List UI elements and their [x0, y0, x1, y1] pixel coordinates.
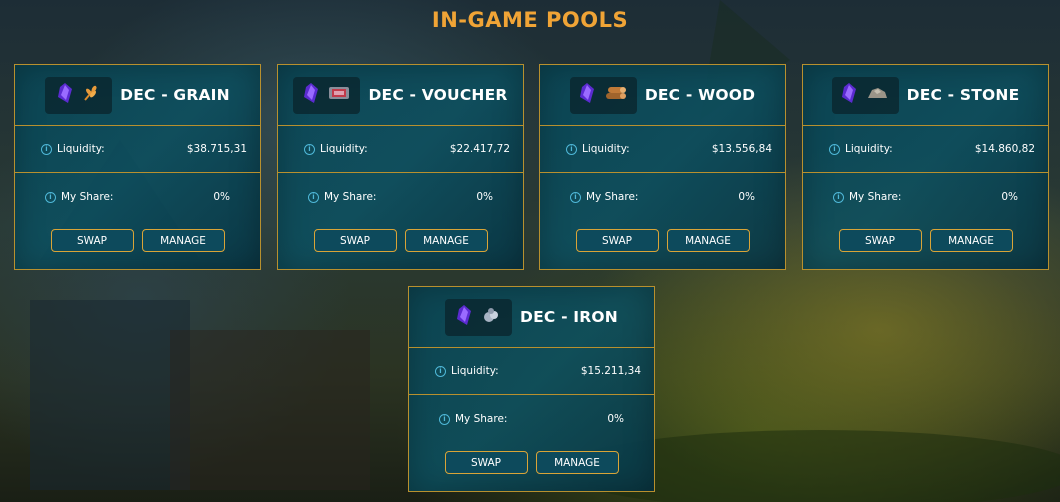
dec-crystal-icon [456, 305, 471, 329]
pool-card-stone: DEC - STONE i Liquidity: $14.860,82 i My S… [802, 64, 1049, 270]
info-icon[interactable]: i [566, 143, 577, 155]
pool-name: DEC - VOUCHER [368, 86, 508, 104]
pair-icons [45, 76, 113, 114]
pair-icons [569, 76, 637, 114]
liquidity-value: $13.556,84 [711, 143, 772, 155]
liquidity-label: Liquidity: [845, 143, 893, 155]
voucher-icon [328, 85, 350, 105]
pair-icons [445, 298, 513, 336]
info-icon[interactable]: i [435, 365, 446, 377]
pool-card-header: DEC - IRON [409, 287, 654, 348]
pool-name: DEC - IRON [520, 308, 618, 326]
info-icon[interactable]: i [304, 143, 315, 155]
manage-button[interactable]: MANAGE [666, 229, 750, 252]
liquidity-label: Liquidity: [57, 143, 105, 155]
manage-button[interactable]: MANAGE [141, 229, 225, 252]
info-icon[interactable]: i [570, 191, 581, 203]
swap-button[interactable]: SWAP [575, 229, 659, 252]
liquidity-row: i Liquidity: $13.556,84 [540, 126, 785, 173]
info-icon[interactable]: i [439, 413, 450, 425]
info-icon[interactable]: i [45, 191, 56, 203]
info-icon[interactable]: i [833, 191, 844, 203]
pool-card-grain: DEC - GRAIN i Liquidity: $38.715,31 i My S… [14, 64, 261, 270]
manage-button[interactable]: MANAGE [535, 451, 619, 474]
liquidity-value: $15.211,34 [580, 365, 641, 377]
liquidity-label: Liquidity: [320, 143, 368, 155]
info-icon[interactable]: i [829, 143, 840, 155]
share-value: 0% [476, 191, 493, 203]
manage-button[interactable]: MANAGE [929, 229, 1013, 252]
pair-icons [293, 76, 361, 114]
share-value: 0% [738, 191, 755, 203]
liquidity-row: i Liquidity: $15.211,34 [409, 348, 654, 395]
share-value: 0% [213, 191, 230, 203]
grain-icon [82, 84, 100, 106]
swap-button[interactable]: SWAP [838, 229, 922, 252]
share-row: i My Share: 0% [540, 173, 785, 221]
info-icon[interactable]: i [308, 191, 319, 203]
swap-button[interactable]: SWAP [444, 451, 528, 474]
share-value: 0% [1001, 191, 1018, 203]
share-row: i My Share: 0% [409, 395, 654, 443]
share-row: i My Share: 0% [803, 173, 1048, 221]
share-row: i My Share: 0% [278, 173, 523, 221]
liquidity-row: i Liquidity: $38.715,31 [15, 126, 260, 173]
liquidity-label: Liquidity: [451, 365, 499, 377]
liquidity-row: i Liquidity: $22.417,72 [278, 126, 523, 173]
manage-button[interactable]: MANAGE [404, 229, 488, 252]
iron-icon [481, 306, 501, 328]
share-label: My Share: [455, 413, 508, 425]
pool-card-header: DEC - WOOD [540, 65, 785, 126]
liquidity-value: $14.860,82 [974, 143, 1035, 155]
pool-card-header: DEC - GRAIN [15, 65, 260, 126]
dec-crystal-icon [57, 83, 72, 107]
liquidity-row: i Liquidity: $14.860,82 [803, 126, 1048, 173]
share-label: My Share: [324, 191, 377, 203]
pool-card-iron: DEC - IRON i Liquidity: $15.211,34 i My Sh… [408, 286, 655, 492]
liquidity-value: $38.715,31 [186, 143, 247, 155]
swap-button[interactable]: SWAP [50, 229, 134, 252]
pool-card-header: DEC - VOUCHER [278, 65, 523, 126]
info-icon[interactable]: i [41, 143, 52, 155]
liquidity-label: Liquidity: [582, 143, 630, 155]
pool-card-header: DEC - STONE [803, 65, 1048, 126]
pool-card-voucher: DEC - VOUCHER i Liquidity: $22.417,72 i My… [277, 64, 524, 270]
pool-card-wood: DEC - WOOD i Liquidity: $13.556,84 i My Sh… [539, 64, 786, 270]
share-label: My Share: [849, 191, 902, 203]
pool-name: DEC - WOOD [644, 86, 756, 104]
share-label: My Share: [586, 191, 639, 203]
dec-crystal-icon [303, 83, 318, 107]
liquidity-value: $22.417,72 [449, 143, 510, 155]
wood-icon [604, 84, 627, 106]
dec-crystal-icon [580, 83, 595, 107]
share-row: i My Share: 0% [15, 173, 260, 221]
dec-crystal-icon [842, 83, 857, 107]
swap-button[interactable]: SWAP [313, 229, 397, 252]
share-value: 0% [607, 413, 624, 425]
share-label: My Share: [61, 191, 114, 203]
pool-name: DEC - STONE [906, 86, 1020, 104]
pair-icons [831, 76, 899, 114]
stone-icon [866, 85, 888, 105]
page-title: IN-GAME POOLS [431, 8, 629, 32]
pool-name: DEC - GRAIN [120, 86, 230, 104]
